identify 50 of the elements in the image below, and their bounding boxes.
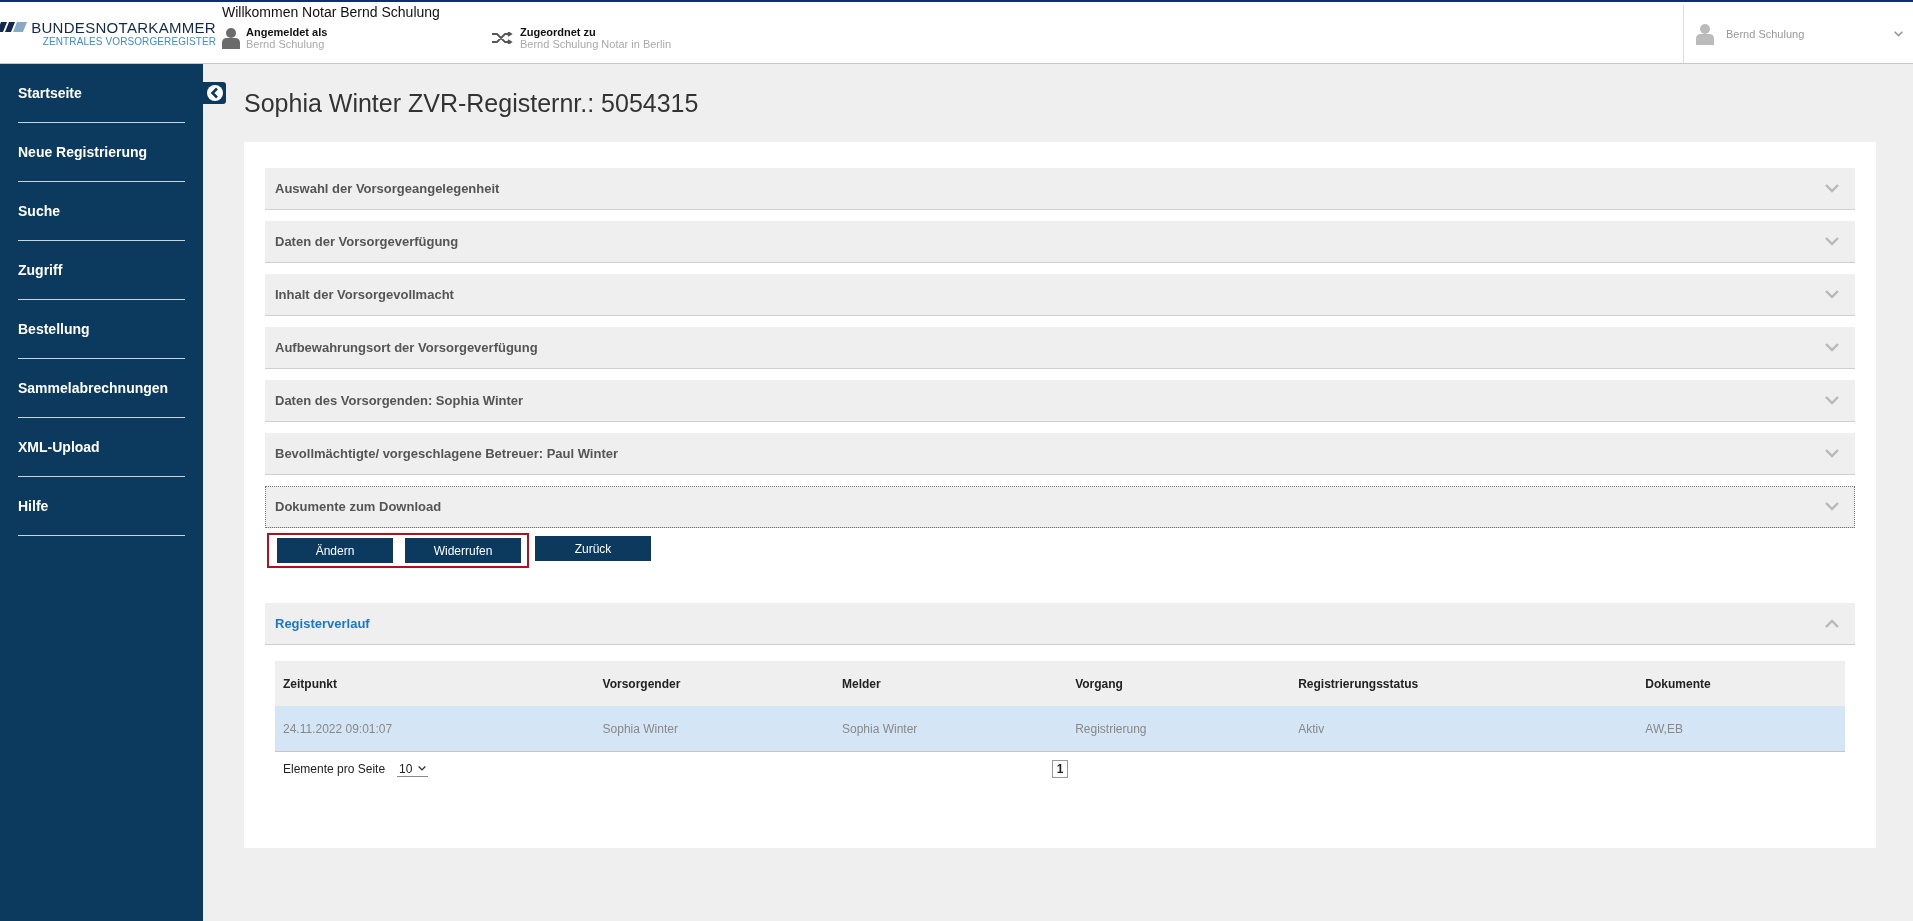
table-cell: Sophia Winter: [833, 706, 1068, 752]
page-size-select[interactable]: 10: [397, 761, 429, 777]
logo-title: BUNDESNOTARKAMMER: [31, 18, 216, 36]
shuffle-icon: [492, 32, 514, 44]
section-header[interactable]: Auswahl der Vorsorgeangelegenheit: [265, 168, 1855, 210]
nav-item[interactable]: Hilfe: [18, 477, 185, 536]
column-header: Vorgang: [1067, 661, 1291, 706]
chevron-down-icon: [418, 766, 427, 771]
logged-in-user: Bernd Schulung: [246, 38, 326, 50]
chevron-down-icon: [1894, 31, 1903, 37]
nav-item[interactable]: Suche: [18, 182, 185, 241]
section-header[interactable]: Bevollmächtigte/ vorgeschlagene Betreuer: Paul Winter: [265, 433, 1855, 475]
section-header[interactable]: Daten des Vorsorgenden: Sophia Winter: [265, 380, 1855, 422]
section-header[interactable]: Aufbewahrungsort der Vorsorgeverfügung: [265, 327, 1855, 369]
column-header: Dokumente: [1637, 661, 1845, 706]
section-header[interactable]: Daten der Vorsorgeverfügung: [265, 221, 1855, 263]
welcome-text: Willkommen Notar Bernd Schulung: [222, 4, 441, 20]
nav-item[interactable]: Bestellung: [18, 300, 185, 359]
logged-in-label: Angemeldet als: [246, 26, 328, 38]
logo-subtitle: ZENTRALES VORSORGEREGISTER: [42, 35, 216, 47]
nav-item[interactable]: Sammelabrechnungen: [18, 359, 185, 418]
column-header: Melder: [833, 661, 1068, 706]
action-button[interactable]: Widerrufen: [405, 538, 521, 563]
column-header: Zeitpunkt: [275, 661, 595, 706]
section-header[interactable]: Registerverlauf: [265, 603, 1855, 645]
table-cell: Aktiv: [1290, 706, 1638, 752]
person-icon: [222, 27, 240, 49]
nav-item[interactable]: Neue Registrierung: [18, 123, 185, 182]
column-header: Registrierungsstatus: [1290, 661, 1638, 706]
nav-item[interactable]: XML-Upload: [18, 418, 185, 477]
page-button[interactable]: 1: [1051, 760, 1069, 778]
chevron-left-icon: [206, 85, 223, 101]
table-cell: Registrierung: [1067, 706, 1291, 752]
page-title: Sophia Winter ZVR-Registernr.: 5054315: [244, 87, 700, 119]
nav-item[interactable]: Zugriff: [18, 241, 185, 300]
collapse-sidebar-button[interactable]: [203, 82, 226, 104]
action-button[interactable]: Zurück: [535, 536, 651, 561]
assigned-label: Zugeordnet zu: [520, 26, 597, 38]
person-icon: [1696, 23, 1714, 45]
section-header[interactable]: Dokumente zum Download: [265, 486, 1855, 528]
column-header: Vorsorgender: [594, 661, 834, 706]
page-size-label: Elemente pro Seite: [283, 762, 386, 776]
nav-item[interactable]: Startseite: [18, 64, 185, 123]
logo-stripes-icon: [0, 22, 28, 32]
table-cell: AW,EB: [1637, 706, 1845, 752]
action-button[interactable]: Ändern: [277, 538, 393, 563]
table-cell: 24.11.2022 09:01:07: [275, 706, 595, 752]
section-header[interactable]: Inhalt der Vorsorgevollmacht: [265, 274, 1855, 316]
table-cell: Sophia Winter: [594, 706, 834, 752]
assigned-office: Bernd Schulung Notar in Berlin: [520, 38, 672, 50]
